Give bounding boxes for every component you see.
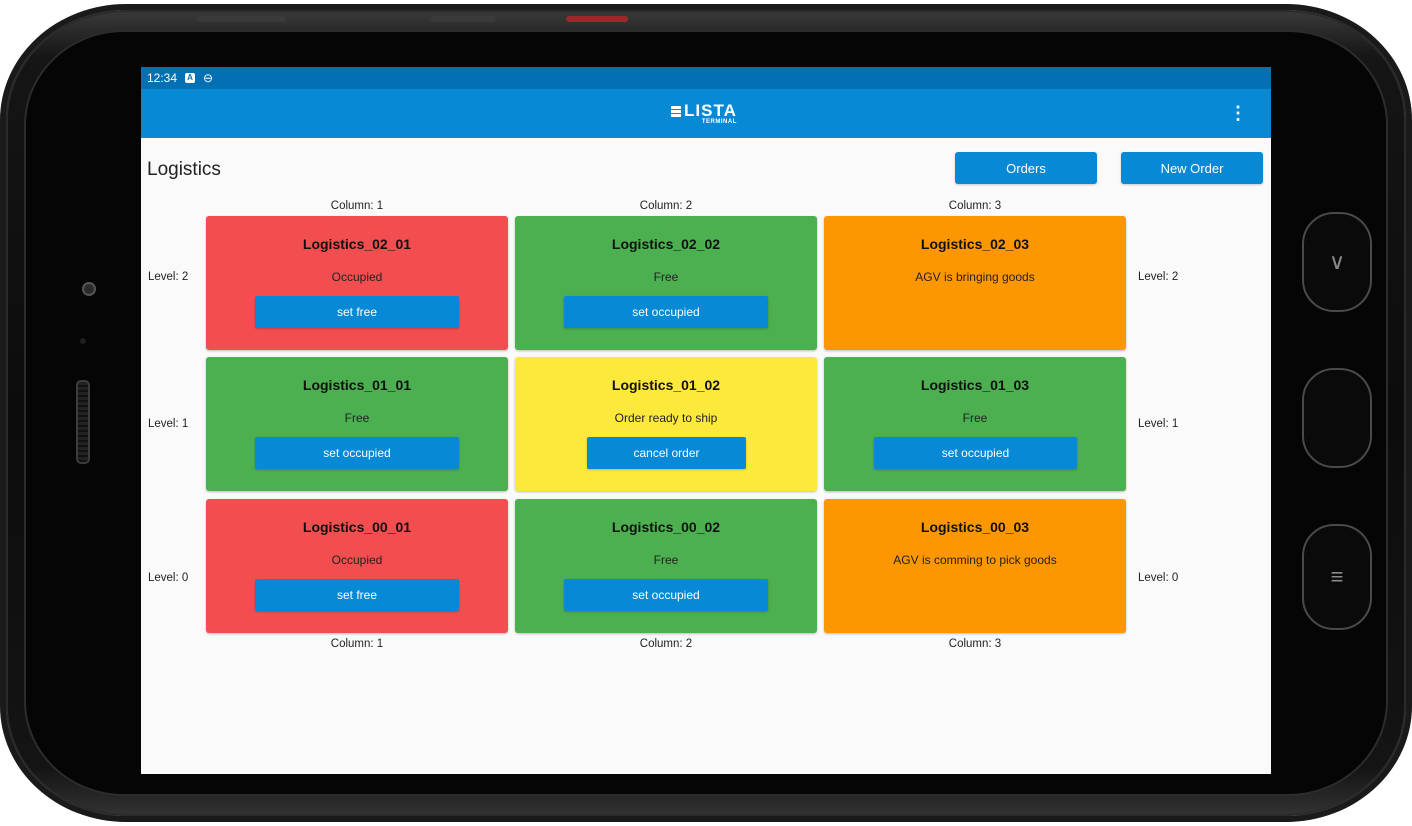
orders-button[interactable]: Orders bbox=[955, 152, 1097, 184]
status-time: 12:34 bbox=[147, 71, 178, 85]
set-occupied-button[interactable]: set occupied bbox=[564, 296, 768, 328]
speaker-grille bbox=[76, 380, 90, 464]
storage-cell-02-01: Logistics_02_01 Occupied set free bbox=[206, 216, 508, 350]
cell-title: Logistics_02_01 bbox=[302, 236, 412, 252]
volume-button bbox=[196, 16, 286, 22]
home-key[interactable] bbox=[1302, 368, 1372, 468]
sim-icon: ⊖ bbox=[203, 71, 214, 85]
cell-title: Logistics_00_02 bbox=[611, 519, 721, 535]
top-button bbox=[430, 16, 496, 22]
cell-title: Logistics_00_03 bbox=[920, 519, 1030, 535]
logo-text: LISTA bbox=[684, 101, 737, 120]
cell-title: Logistics_00_01 bbox=[302, 519, 412, 535]
storage-cell-02-02: Logistics_02_02 Free set occupied bbox=[515, 216, 817, 350]
cell-status: Free bbox=[653, 553, 679, 567]
app-bar: LISTA TERMINAL ⋮ bbox=[141, 89, 1271, 138]
cell-status: Free bbox=[344, 411, 370, 425]
cell-status: Occupied bbox=[331, 270, 383, 284]
storage-cell-01-01: Logistics_01_01 Free set occupied bbox=[206, 357, 508, 491]
level-label-0-right: Level: 0 bbox=[1138, 572, 1179, 584]
page-title: Logistics bbox=[147, 159, 221, 180]
column-label-3-top: Column: 3 bbox=[948, 200, 1002, 212]
cell-status: Free bbox=[962, 411, 988, 425]
level-label-1-right: Level: 1 bbox=[1138, 418, 1179, 430]
cell-status: AGV is comming to pick goods bbox=[893, 553, 1057, 567]
level-label-0-left: Level: 0 bbox=[148, 572, 189, 584]
level-label-2-right: Level: 2 bbox=[1138, 271, 1179, 283]
column-label-2-top: Column: 2 bbox=[639, 200, 693, 212]
lista-logo: LISTA TERMINAL bbox=[671, 101, 737, 125]
storage-cell-01-02: Logistics_01_02 Order ready to ship canc… bbox=[515, 357, 817, 491]
screen: 12:34 A ⊖ LISTA TERMINAL ⋮ Logistics Ord… bbox=[141, 67, 1271, 774]
cell-title: Logistics_01_03 bbox=[920, 377, 1030, 393]
cell-status: Free bbox=[653, 270, 679, 284]
set-occupied-button[interactable]: set occupied bbox=[874, 437, 1077, 469]
cell-status: Occupied bbox=[331, 553, 383, 567]
cell-title: Logistics_01_01 bbox=[302, 377, 412, 393]
set-occupied-button[interactable]: set occupied bbox=[564, 579, 768, 611]
recents-key-icon[interactable]: ≡ bbox=[1302, 524, 1372, 630]
column-label-3-bottom: Column: 3 bbox=[948, 638, 1002, 650]
overflow-menu-icon[interactable]: ⋮ bbox=[1229, 103, 1247, 124]
light-sensor bbox=[80, 338, 86, 344]
power-button bbox=[566, 16, 628, 22]
logo-subtext: TERMINAL bbox=[701, 119, 737, 125]
cell-status: AGV is bringing goods bbox=[915, 270, 1035, 284]
logo-bars-icon bbox=[671, 105, 681, 117]
cancel-order-button[interactable]: cancel order bbox=[587, 437, 746, 469]
notification-icon: A bbox=[185, 73, 196, 83]
storage-cell-00-02: Logistics_00_02 Free set occupied bbox=[515, 499, 817, 633]
column-label-1-top: Column: 1 bbox=[330, 200, 384, 212]
level-label-2-left: Level: 2 bbox=[148, 271, 189, 283]
storage-cell-01-03: Logistics_01_03 Free set occupied bbox=[824, 357, 1126, 491]
back-key-icon[interactable]: ∨ bbox=[1302, 212, 1372, 312]
level-label-1-left: Level: 1 bbox=[148, 418, 189, 430]
cell-title: Logistics_02_02 bbox=[611, 236, 721, 252]
cell-title: Logistics_01_02 bbox=[611, 377, 721, 393]
new-order-button[interactable]: New Order bbox=[1121, 152, 1263, 184]
cell-status: Order ready to ship bbox=[614, 411, 718, 425]
set-free-button[interactable]: set free bbox=[255, 296, 459, 328]
column-label-1-bottom: Column: 1 bbox=[330, 638, 384, 650]
storage-cell-00-01: Logistics_00_01 Occupied set free bbox=[206, 499, 508, 633]
cell-title: Logistics_02_03 bbox=[920, 236, 1030, 252]
set-occupied-button[interactable]: set occupied bbox=[255, 437, 459, 469]
set-free-button[interactable]: set free bbox=[255, 579, 459, 611]
front-camera bbox=[82, 282, 96, 296]
column-label-2-bottom: Column: 2 bbox=[639, 638, 693, 650]
status-bar: 12:34 A ⊖ bbox=[141, 67, 1271, 89]
storage-cell-02-03: Logistics_02_03 AGV is bringing goods bbox=[824, 216, 1126, 350]
storage-cell-00-03: Logistics_00_03 AGV is comming to pick g… bbox=[824, 499, 1126, 633]
